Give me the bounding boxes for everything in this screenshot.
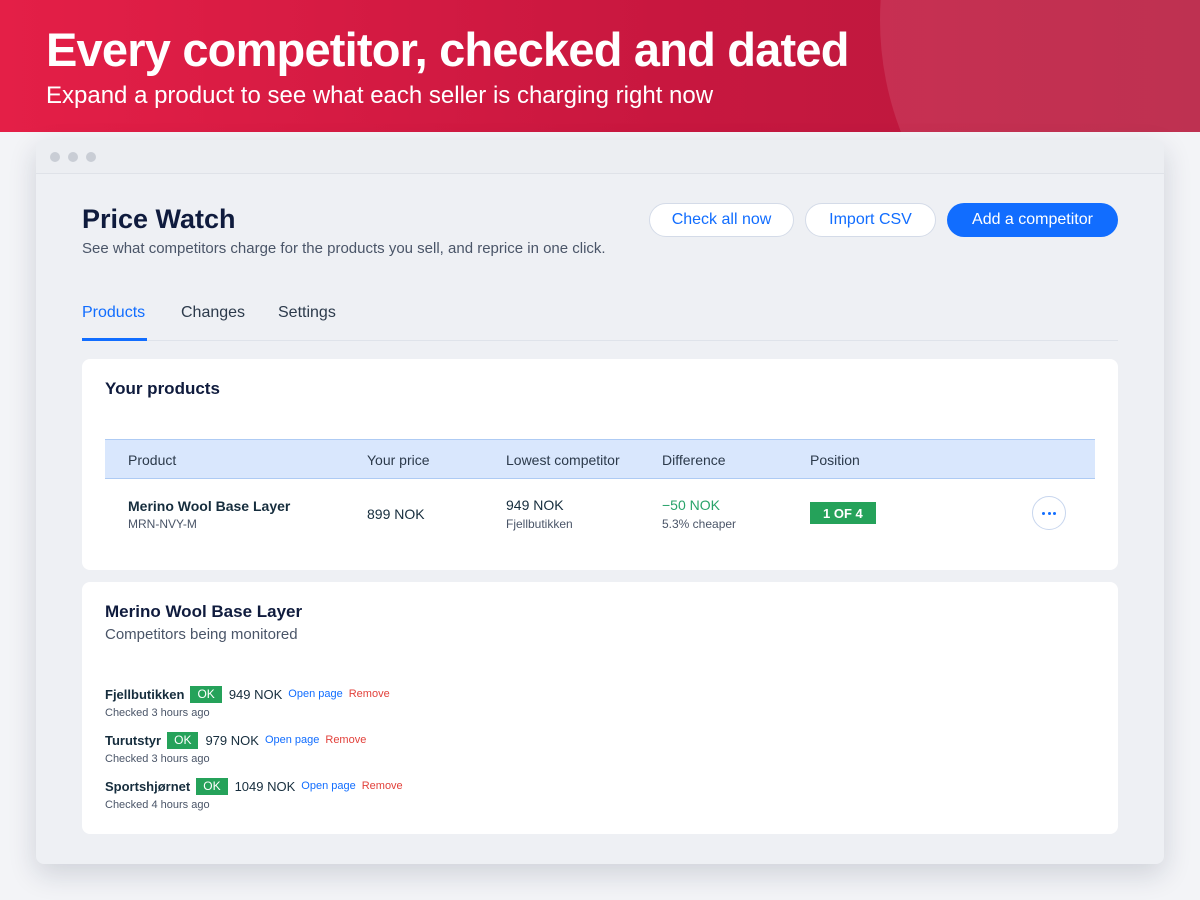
status-badge: OK bbox=[167, 731, 199, 749]
open-page-link[interactable]: Open page bbox=[301, 780, 355, 792]
column-header-your-price: Your price bbox=[367, 452, 430, 468]
more-dots-icon bbox=[1042, 511, 1046, 515]
window-dot-icon bbox=[86, 152, 96, 162]
page-subtitle: See what competitors charge for the prod… bbox=[82, 240, 606, 257]
your-price: 899 NOK bbox=[367, 506, 425, 522]
product-name: Merino Wool Base Layer bbox=[128, 498, 291, 514]
add-competitor-button[interactable]: Add a competitor bbox=[947, 203, 1118, 237]
import-csv-button[interactable]: Import CSV bbox=[805, 203, 936, 237]
competitor-price: 979 NOK bbox=[205, 732, 259, 748]
check-all-button[interactable]: Check all now bbox=[649, 203, 794, 237]
table-header: Product Your price Lowest competitor Dif… bbox=[105, 439, 1095, 479]
remove-competitor-link[interactable]: Remove bbox=[349, 688, 390, 700]
price-difference-percent: 5.3% cheaper bbox=[662, 517, 737, 531]
lowest-competitor-seller: Fjellbutikken bbox=[506, 517, 573, 531]
detail-title: Merino Wool Base Layer bbox=[105, 602, 303, 621]
window-titlebar bbox=[36, 140, 1164, 174]
last-checked: Checked 4 hours ago bbox=[105, 799, 210, 811]
column-header-difference: Difference bbox=[662, 452, 726, 468]
page-title: Price Watch bbox=[82, 204, 236, 234]
tab-products[interactable]: Products bbox=[82, 304, 145, 322]
tab-bar: Products Changes Settings bbox=[82, 298, 1118, 341]
last-checked: Checked 3 hours ago bbox=[105, 753, 210, 765]
last-checked: Checked 3 hours ago bbox=[105, 707, 210, 719]
tab-settings[interactable]: Settings bbox=[278, 304, 336, 322]
open-page-link[interactable]: Open page bbox=[288, 688, 342, 700]
status-badge: OK bbox=[190, 685, 222, 703]
window-dot-icon bbox=[50, 152, 60, 162]
banner-subhead: Expand a product to see what each seller… bbox=[46, 82, 714, 109]
position-badge: 1 OF 4 bbox=[810, 502, 876, 524]
competitor-row: Turutstyr OK 979 NOK Open page Remove bbox=[105, 730, 366, 750]
banner-decoration bbox=[880, 0, 1200, 132]
column-header-lowest-competitor: Lowest competitor bbox=[506, 452, 620, 468]
competitor-detail-card: Merino Wool Base Layer Competitors being… bbox=[82, 582, 1118, 834]
competitor-price: 949 NOK bbox=[228, 686, 283, 702]
competitor-name: Turutstyr bbox=[105, 732, 162, 748]
detail-subtitle: Competitors being monitored bbox=[105, 626, 298, 643]
competitor-name: Fjellbutikken bbox=[105, 686, 185, 702]
app-window: Price Watch See what competitors charge … bbox=[36, 140, 1164, 864]
competitor-price: 1049 NOK bbox=[234, 778, 296, 794]
status-badge: OK bbox=[196, 777, 228, 795]
product-sku: MRN-NVY-M bbox=[128, 517, 197, 531]
competitor-row: Fjellbutikken OK 949 NOK Open page Remov… bbox=[105, 684, 390, 704]
remove-competitor-link[interactable]: Remove bbox=[325, 734, 366, 746]
active-tab-indicator bbox=[82, 338, 147, 341]
remove-competitor-link[interactable]: Remove bbox=[362, 780, 403, 792]
competitor-row: Sportshjørnet OK 1049 NOK Open page Remo… bbox=[105, 776, 403, 796]
open-page-link[interactable]: Open page bbox=[265, 734, 319, 746]
banner-headline: Every competitor, checked and dated bbox=[46, 23, 849, 76]
lowest-competitor-price: 949 NOK bbox=[506, 497, 564, 513]
window-dot-icon bbox=[68, 152, 78, 162]
competitor-name: Sportshjørnet bbox=[105, 778, 191, 794]
price-difference: −50 NOK bbox=[662, 497, 720, 513]
row-more-actions-button[interactable] bbox=[1032, 496, 1066, 530]
products-card: Your products Product Your price Lowest … bbox=[82, 359, 1118, 570]
promo-banner: Every competitor, checked and dated Expa… bbox=[0, 0, 1200, 132]
column-header-product: Product bbox=[128, 452, 177, 468]
products-card-title: Your products bbox=[105, 379, 220, 398]
column-header-position: Position bbox=[810, 452, 860, 468]
tab-changes[interactable]: Changes bbox=[181, 304, 245, 322]
